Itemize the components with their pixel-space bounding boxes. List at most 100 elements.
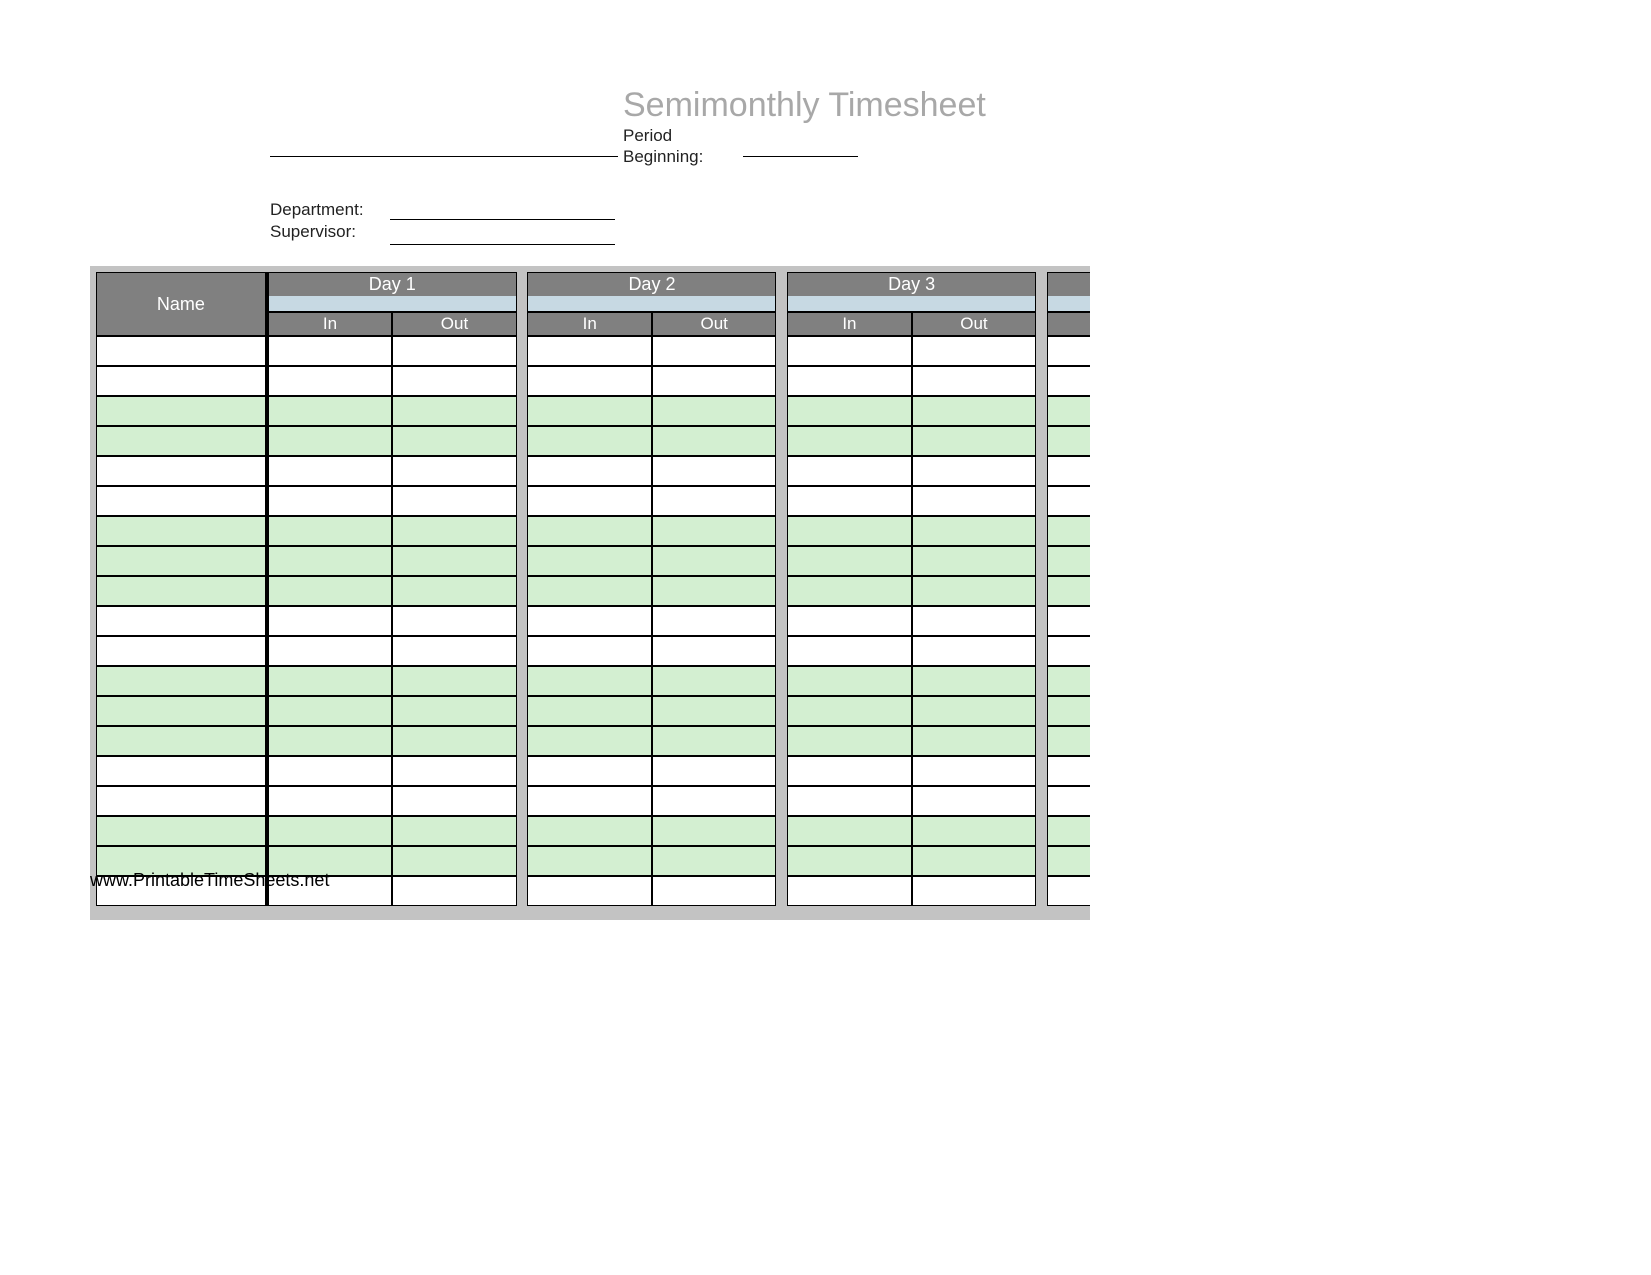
in-cell[interactable] — [1047, 336, 1090, 366]
out-cell[interactable] — [392, 666, 517, 696]
out-cell[interactable] — [912, 456, 1037, 486]
in-cell[interactable] — [787, 366, 912, 396]
in-cell[interactable] — [787, 816, 912, 846]
name-cell[interactable] — [96, 726, 268, 756]
in-cell[interactable] — [1047, 456, 1090, 486]
in-cell[interactable] — [787, 786, 912, 816]
in-cell[interactable] — [527, 336, 652, 366]
in-cell[interactable] — [268, 576, 393, 606]
in-cell[interactable] — [527, 456, 652, 486]
out-cell[interactable] — [912, 606, 1037, 636]
in-cell[interactable] — [268, 606, 393, 636]
in-cell[interactable] — [1047, 636, 1090, 666]
in-cell[interactable] — [787, 846, 912, 876]
name-cell[interactable] — [96, 516, 268, 546]
out-cell[interactable] — [912, 666, 1037, 696]
in-cell[interactable] — [787, 666, 912, 696]
in-cell[interactable] — [1047, 516, 1090, 546]
in-cell[interactable] — [1047, 876, 1090, 906]
out-cell[interactable] — [392, 336, 517, 366]
in-cell[interactable] — [527, 696, 652, 726]
name-cell[interactable] — [96, 336, 268, 366]
out-cell[interactable] — [912, 756, 1037, 786]
out-cell[interactable] — [912, 426, 1037, 456]
out-cell[interactable] — [652, 516, 777, 546]
out-cell[interactable] — [652, 696, 777, 726]
in-cell[interactable] — [527, 606, 652, 636]
name-cell[interactable] — [96, 486, 268, 516]
out-cell[interactable] — [392, 876, 517, 906]
in-cell[interactable] — [787, 606, 912, 636]
in-cell[interactable] — [1047, 666, 1090, 696]
out-cell[interactable] — [652, 426, 777, 456]
in-cell[interactable] — [268, 816, 393, 846]
name-cell[interactable] — [96, 696, 268, 726]
in-cell[interactable] — [268, 456, 393, 486]
in-cell[interactable] — [1047, 756, 1090, 786]
out-cell[interactable] — [652, 486, 777, 516]
in-cell[interactable] — [787, 546, 912, 576]
out-cell[interactable] — [912, 786, 1037, 816]
out-cell[interactable] — [392, 816, 517, 846]
out-cell[interactable] — [652, 816, 777, 846]
out-cell[interactable] — [912, 336, 1037, 366]
out-cell[interactable] — [392, 696, 517, 726]
in-cell[interactable] — [527, 486, 652, 516]
out-cell[interactable] — [912, 486, 1037, 516]
out-cell[interactable] — [392, 516, 517, 546]
out-cell[interactable] — [392, 786, 517, 816]
out-cell[interactable] — [912, 636, 1037, 666]
out-cell[interactable] — [912, 726, 1037, 756]
out-cell[interactable] — [912, 846, 1037, 876]
in-cell[interactable] — [787, 426, 912, 456]
in-cell[interactable] — [787, 456, 912, 486]
in-cell[interactable] — [527, 576, 652, 606]
in-cell[interactable] — [787, 636, 912, 666]
out-cell[interactable] — [652, 756, 777, 786]
company-blank-line[interactable] — [270, 137, 618, 157]
out-cell[interactable] — [652, 876, 777, 906]
out-cell[interactable] — [912, 396, 1037, 426]
in-cell[interactable] — [527, 546, 652, 576]
in-cell[interactable] — [268, 366, 393, 396]
out-cell[interactable] — [652, 846, 777, 876]
in-cell[interactable] — [268, 336, 393, 366]
out-cell[interactable] — [652, 396, 777, 426]
name-cell[interactable] — [96, 636, 268, 666]
in-cell[interactable] — [527, 786, 652, 816]
in-cell[interactable] — [1047, 786, 1090, 816]
in-cell[interactable] — [787, 396, 912, 426]
out-cell[interactable] — [652, 636, 777, 666]
in-cell[interactable] — [527, 666, 652, 696]
in-cell[interactable] — [787, 516, 912, 546]
out-cell[interactable] — [652, 606, 777, 636]
in-cell[interactable] — [1047, 366, 1090, 396]
in-cell[interactable] — [268, 786, 393, 816]
in-cell[interactable] — [527, 426, 652, 456]
in-cell[interactable] — [527, 816, 652, 846]
out-cell[interactable] — [652, 726, 777, 756]
out-cell[interactable] — [652, 366, 777, 396]
in-cell[interactable] — [1047, 546, 1090, 576]
in-cell[interactable] — [268, 516, 393, 546]
out-cell[interactable] — [652, 336, 777, 366]
out-cell[interactable] — [392, 846, 517, 876]
in-cell[interactable] — [1047, 696, 1090, 726]
out-cell[interactable] — [392, 546, 517, 576]
in-cell[interactable] — [1047, 816, 1090, 846]
out-cell[interactable] — [392, 576, 517, 606]
out-cell[interactable] — [392, 486, 517, 516]
name-cell[interactable] — [96, 756, 268, 786]
out-cell[interactable] — [652, 546, 777, 576]
in-cell[interactable] — [787, 486, 912, 516]
out-cell[interactable] — [912, 696, 1037, 726]
in-cell[interactable] — [1047, 426, 1090, 456]
out-cell[interactable] — [392, 726, 517, 756]
out-cell[interactable] — [392, 606, 517, 636]
in-cell[interactable] — [268, 696, 393, 726]
in-cell[interactable] — [787, 756, 912, 786]
in-cell[interactable] — [268, 396, 393, 426]
out-cell[interactable] — [912, 816, 1037, 846]
supervisor-blank[interactable] — [390, 225, 615, 245]
name-cell[interactable] — [96, 786, 268, 816]
